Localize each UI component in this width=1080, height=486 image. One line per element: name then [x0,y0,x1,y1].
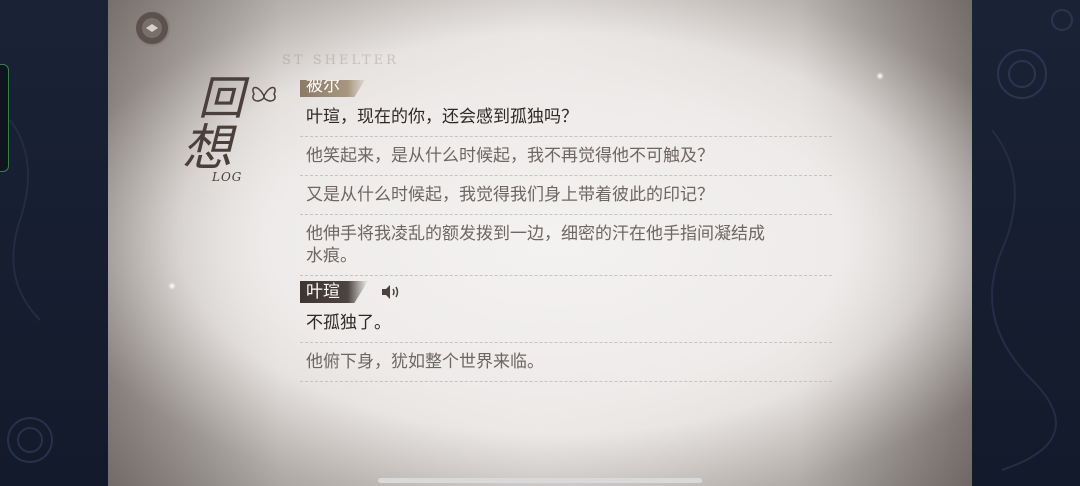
log-line: 他伸手将我凌乱的额发拨到一边，细密的汗在他手指间凝结成 水痕。 [300,215,832,276]
rose-vine-decoration [991,9,1073,471]
log-line-part: 水痕。 [306,246,357,266]
butterfly-icon [252,86,276,102]
sparkle [876,72,884,80]
emblem-icon [134,6,170,46]
log-line: 又是从什么时候起，我觉得我们身上带着彼此的印记？ [300,176,832,215]
watermark-text: ST SHELTER [282,53,399,68]
speaker-name: 被尔 [300,80,368,97]
title-subtitle: LOG [212,170,243,184]
left-decor-panel [0,0,108,486]
log-line: 他俯下身，犹如整个世界来临。 [300,343,832,382]
side-drawer-handle[interactable] [0,64,9,172]
speaker-icon[interactable] [380,284,402,300]
log-entries[interactable]: 被尔 叶瑄，现在的你，还会感到孤独吗？ 他笑起来，是从什么时候起，我不再觉得他不… [300,80,832,382]
speaker-tag: 被尔 [300,80,832,98]
log-title: 回 想 LOG [162,62,292,192]
right-decor-panel [972,0,1080,486]
rose-vine-decoration [7,119,53,463]
home-indicator[interactable] [378,478,702,483]
sparkle [168,282,176,290]
log-line-part: 他伸手将我凌乱的额发拨到一边，细密的汗在他手指间凝结成 [306,224,765,244]
speaker-name: 叶瑄 [300,281,368,303]
game-screen: ST SHELTER 回 想 LOG 被尔 叶瑄，现在的你，还会感到孤独吗？ 他… [0,0,1080,486]
log-line: 不孤独了。 [300,304,832,343]
log-panel: ST SHELTER 回 想 LOG 被尔 叶瑄，现在的你，还会感到孤独吗？ 他… [108,0,972,486]
speaker-tag: 叶瑄 [300,280,832,304]
log-line: 叶瑄，现在的你，还会感到孤独吗？ [300,98,832,137]
log-line: 他笑起来，是从什么时候起，我不再觉得他不可触及？ [300,137,832,176]
